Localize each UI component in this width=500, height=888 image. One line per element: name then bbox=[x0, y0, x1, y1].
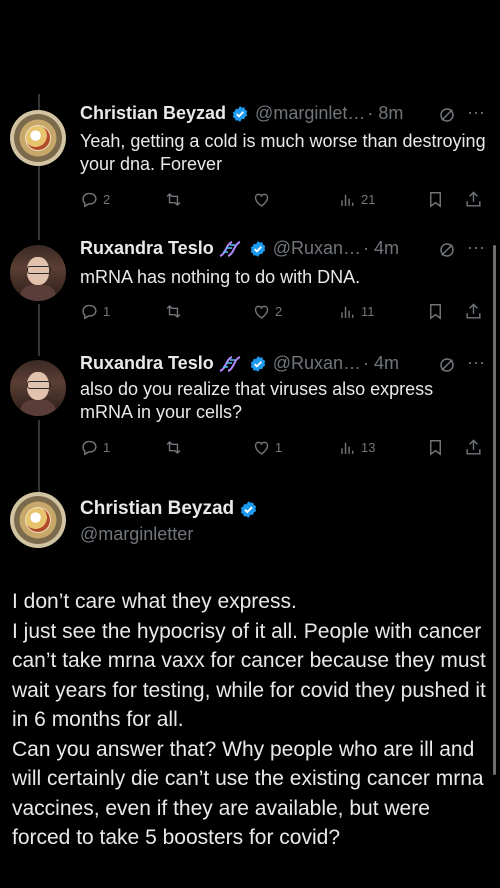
thread-line bbox=[38, 420, 40, 496]
thread-line bbox=[38, 160, 40, 240]
views-button[interactable]: 21 bbox=[338, 190, 375, 209]
like-icon bbox=[254, 441, 269, 455]
more-icon[interactable]: ··· bbox=[467, 237, 485, 258]
user-handle[interactable]: @Ruxan… bbox=[273, 353, 361, 374]
share-button[interactable] bbox=[464, 190, 483, 209]
verified-icon bbox=[250, 355, 265, 372]
display-name[interactable]: Ruxandra Teslo bbox=[80, 238, 214, 259]
more-icon[interactable]: ··· bbox=[467, 102, 485, 123]
user-handle[interactable]: @marginlet… bbox=[255, 103, 365, 124]
avatar[interactable] bbox=[10, 492, 66, 548]
reply-icon bbox=[82, 304, 97, 320]
views-icon bbox=[341, 306, 354, 318]
like-count: 1 bbox=[275, 440, 283, 455]
like-icon bbox=[254, 305, 269, 319]
display-name[interactable]: Christian Beyzad bbox=[80, 103, 226, 124]
bookmark-icon bbox=[430, 304, 441, 320]
tweet-text: I don’t care what they express. I just s… bbox=[12, 587, 490, 853]
repost-icon bbox=[166, 440, 181, 455]
tweet-line: I just see the hypocrisy of it all. Peop… bbox=[12, 619, 486, 732]
timestamp[interactable]: · 8m bbox=[367, 103, 403, 124]
verified-icon bbox=[232, 105, 248, 122]
bookmark-button[interactable] bbox=[426, 438, 445, 457]
tweet-line: Can you answer that? Why people who are … bbox=[12, 737, 484, 850]
timestamp[interactable]: · 4m bbox=[363, 353, 399, 374]
view-count: 13 bbox=[361, 440, 376, 455]
like-button[interactable] bbox=[252, 190, 275, 209]
share-icon bbox=[466, 439, 481, 455]
like-icon bbox=[254, 193, 269, 207]
dna-icon bbox=[219, 240, 241, 257]
views-button[interactable]: 13 bbox=[338, 438, 375, 457]
view-count: 21 bbox=[361, 192, 376, 207]
user-handle[interactable]: @marginletter bbox=[80, 524, 193, 545]
views-icon bbox=[341, 194, 354, 206]
bookmark-button[interactable] bbox=[426, 190, 445, 209]
views-icon bbox=[341, 442, 354, 454]
reply-count: 1 bbox=[103, 304, 111, 319]
reply-count: 1 bbox=[103, 440, 111, 455]
bookmark-button[interactable] bbox=[426, 302, 445, 321]
tweet-text: mRNA has nothing to do with DNA. bbox=[80, 267, 361, 287]
tweet-text: also do you realize that viruses also ex… bbox=[80, 379, 434, 422]
repost-icon bbox=[166, 304, 181, 319]
repost-icon bbox=[166, 192, 181, 207]
display-name[interactable]: Ruxandra Teslo bbox=[80, 353, 214, 374]
tweet-text: Yeah, getting a cold is much worse than … bbox=[80, 131, 486, 174]
verified-icon bbox=[250, 240, 265, 257]
avatar[interactable] bbox=[10, 360, 66, 416]
share-icon bbox=[466, 191, 481, 207]
like-button[interactable]: 2 bbox=[252, 302, 282, 321]
avatar[interactable] bbox=[10, 110, 66, 166]
avatar[interactable] bbox=[10, 245, 66, 301]
like-button[interactable]: 1 bbox=[252, 438, 282, 457]
like-count: 2 bbox=[275, 304, 283, 319]
reply-icon bbox=[82, 440, 97, 456]
share-button[interactable] bbox=[464, 302, 483, 321]
repost-button[interactable] bbox=[164, 302, 183, 321]
grok-icon[interactable] bbox=[438, 241, 456, 259]
bookmark-icon bbox=[430, 192, 441, 208]
reply-icon bbox=[82, 192, 97, 208]
verified-icon bbox=[241, 500, 257, 518]
display-name[interactable]: Christian Beyzad bbox=[80, 498, 234, 520]
reply-button[interactable]: 1 bbox=[80, 438, 110, 457]
reply-button[interactable]: 1 bbox=[80, 302, 110, 321]
thread-line bbox=[38, 304, 40, 356]
repost-button[interactable] bbox=[164, 190, 183, 209]
grok-icon[interactable] bbox=[438, 106, 456, 124]
views-button[interactable]: 11 bbox=[338, 302, 375, 321]
dna-icon bbox=[219, 355, 241, 372]
bookmark-icon bbox=[430, 440, 441, 456]
share-icon bbox=[466, 303, 481, 319]
timestamp[interactable]: · 4m bbox=[363, 238, 399, 259]
view-count: 11 bbox=[361, 304, 375, 319]
scrollbar[interactable] bbox=[493, 245, 496, 775]
share-button[interactable] bbox=[464, 438, 483, 457]
repost-button[interactable] bbox=[164, 438, 183, 457]
more-icon[interactable]: ··· bbox=[467, 352, 485, 373]
reply-button[interactable]: 2 bbox=[80, 190, 110, 209]
tweet-line: I don’t care what they express. bbox=[12, 590, 297, 613]
user-handle[interactable]: @Ruxan… bbox=[273, 238, 361, 259]
grok-icon[interactable] bbox=[438, 356, 456, 374]
reply-count: 2 bbox=[103, 192, 111, 207]
